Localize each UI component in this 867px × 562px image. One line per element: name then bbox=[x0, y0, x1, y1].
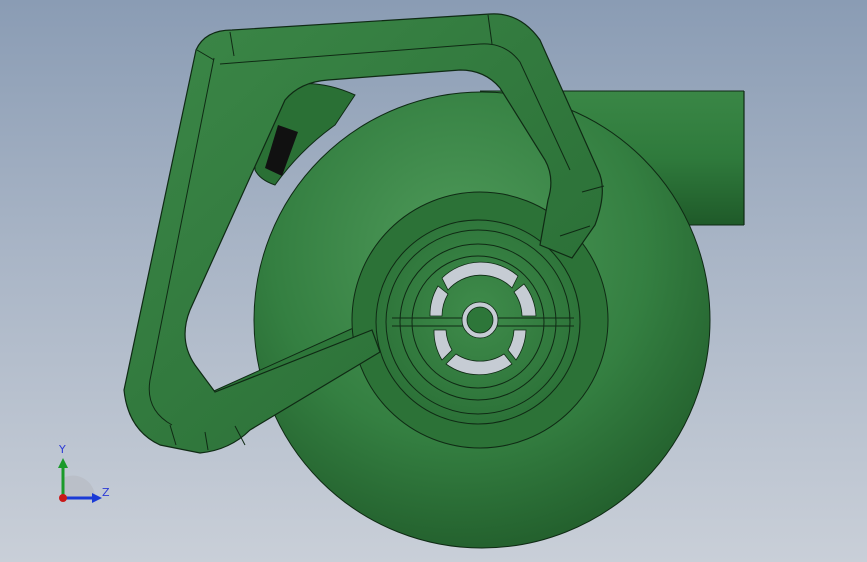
triad-y-label: Y bbox=[59, 443, 66, 456]
blower-model[interactable] bbox=[0, 0, 867, 562]
3d-viewport[interactable]: Y Z bbox=[0, 0, 867, 562]
orientation-triad: Y Z bbox=[50, 440, 120, 510]
triad-z-label: Z bbox=[102, 486, 110, 499]
